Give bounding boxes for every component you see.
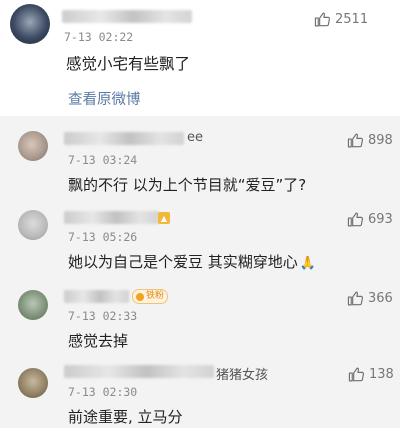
like-button[interactable]: 366 (347, 290, 393, 307)
blurred-username[interactable] (64, 132, 184, 145)
like-button[interactable]: 2511 (314, 11, 368, 28)
hands-emoji-icon: 🙏 (299, 256, 316, 271)
reply-text: 感觉去掉 (68, 332, 129, 350)
blurred-username[interactable] (64, 365, 214, 378)
like-count: 693 (368, 212, 393, 227)
username-suffix: 猪猪女孩 (216, 368, 269, 383)
username-suffix: ee (187, 130, 203, 145)
reply-text: 前途重要, 立马分 (68, 408, 183, 426)
like-count: 898 (368, 133, 393, 148)
reply-timestamp: 7-13 02:30 (68, 385, 138, 399)
main-comment: 7-13 02:22 2511 感觉小宅有些飘了 查看原微博 (0, 0, 400, 116)
reply-text: 飘的不行 以为上个节目就“爱豆”了? (68, 176, 307, 194)
reply-timestamp: 7-13 02:33 (68, 309, 138, 323)
thumbs-up-icon (347, 291, 364, 306)
blurred-username[interactable] (62, 10, 192, 23)
thumbs-up-icon (314, 12, 331, 27)
thumbs-up-icon (347, 133, 364, 148)
user-avatar[interactable] (18, 368, 48, 398)
like-count: 366 (368, 291, 393, 306)
reply-timestamp: 7-13 03:24 (68, 153, 138, 167)
comment-text: 感觉小宅有些飘了 (66, 55, 191, 73)
comment-timestamp: 7-13 02:22 (64, 30, 134, 44)
view-original-weibo-link[interactable]: 查看原微博 (68, 88, 141, 109)
reply-text: 她以为自己是个爱豆 其实糊穿地心 🙏 (68, 251, 316, 272)
fan-badge-label: 铁粉 (146, 291, 165, 301)
like-count: 138 (369, 367, 394, 382)
user-avatar[interactable] (18, 290, 48, 320)
like-button[interactable]: 898 (347, 132, 393, 149)
blurred-username[interactable] (64, 290, 129, 303)
user-avatar[interactable] (18, 210, 48, 240)
blurred-username[interactable] (64, 211, 159, 224)
user-avatar[interactable] (18, 131, 48, 161)
thumbs-up-icon (347, 212, 364, 227)
reply-timestamp: 7-13 05:26 (68, 230, 138, 244)
fan-badge-icon (136, 292, 144, 301)
fan-badge: 铁粉 (132, 289, 169, 304)
user-avatar[interactable] (10, 4, 50, 44)
like-button[interactable]: 138 (348, 366, 394, 383)
replies-section: ee 7-13 03:24 898 飘的不行 以为上个节目就“爱豆”了? ▲ 7… (0, 116, 400, 428)
reply-text-content: 她以为自己是个爱豆 其实糊穿地心 (68, 253, 298, 271)
like-count: 2511 (335, 12, 369, 27)
member-badge-icon: ▲ (158, 212, 170, 224)
like-button[interactable]: 693 (347, 211, 393, 228)
thumbs-up-icon (348, 367, 365, 382)
